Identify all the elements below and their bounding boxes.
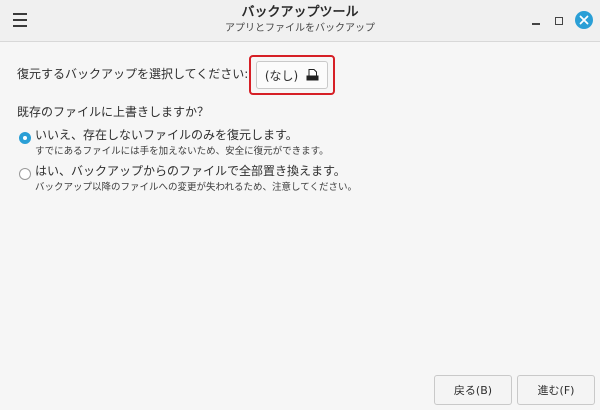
backup-file-chooser-button[interactable]: (なし)	[256, 61, 328, 89]
title-bar: バックアップツール アプリとファイルをバックアップ	[0, 0, 600, 42]
next-button[interactable]: 進む(F)	[517, 375, 595, 405]
option-description: バックアップ以降のファイルへの変更が失われるため、注意してください。	[35, 182, 357, 193]
option-text: はい、バックアップからのファイルで全部置き換えます。 バックアップ以降のファイル…	[35, 164, 357, 194]
restore-prompt-label: 復元するバックアップを選択してください:	[17, 67, 249, 81]
window-title: バックアップツール	[241, 5, 359, 20]
option-description: すでにあるファイルには手を加えないため、安全に復元ができます。	[35, 146, 329, 157]
file-chooser-label: (なし)	[264, 68, 299, 83]
title-block: バックアップツール アプリとファイルをバックアップ	[0, 5, 600, 36]
option-label: はい、バックアップからのファイルで全部置き換えます。	[35, 164, 346, 178]
option-text: いいえ、存在しないファイルのみを復元します。 すでにあるファイルには手を加えない…	[35, 128, 329, 158]
maximize-icon[interactable]	[552, 12, 566, 30]
close-icon[interactable]	[575, 11, 593, 29]
radio-restore-missing-only[interactable]	[19, 132, 31, 144]
minimize-icon[interactable]	[529, 12, 543, 30]
window-subtitle: アプリとファイルをバックアップ	[225, 23, 375, 34]
overwrite-question: 既存のファイルに上書きしますか？	[17, 105, 210, 119]
radio-replace-all[interactable]	[19, 168, 31, 180]
file-icon	[306, 69, 319, 81]
option-label: いいえ、存在しないファイルのみを復元します。	[35, 128, 298, 142]
back-button[interactable]: 戻る(B)	[434, 375, 512, 405]
